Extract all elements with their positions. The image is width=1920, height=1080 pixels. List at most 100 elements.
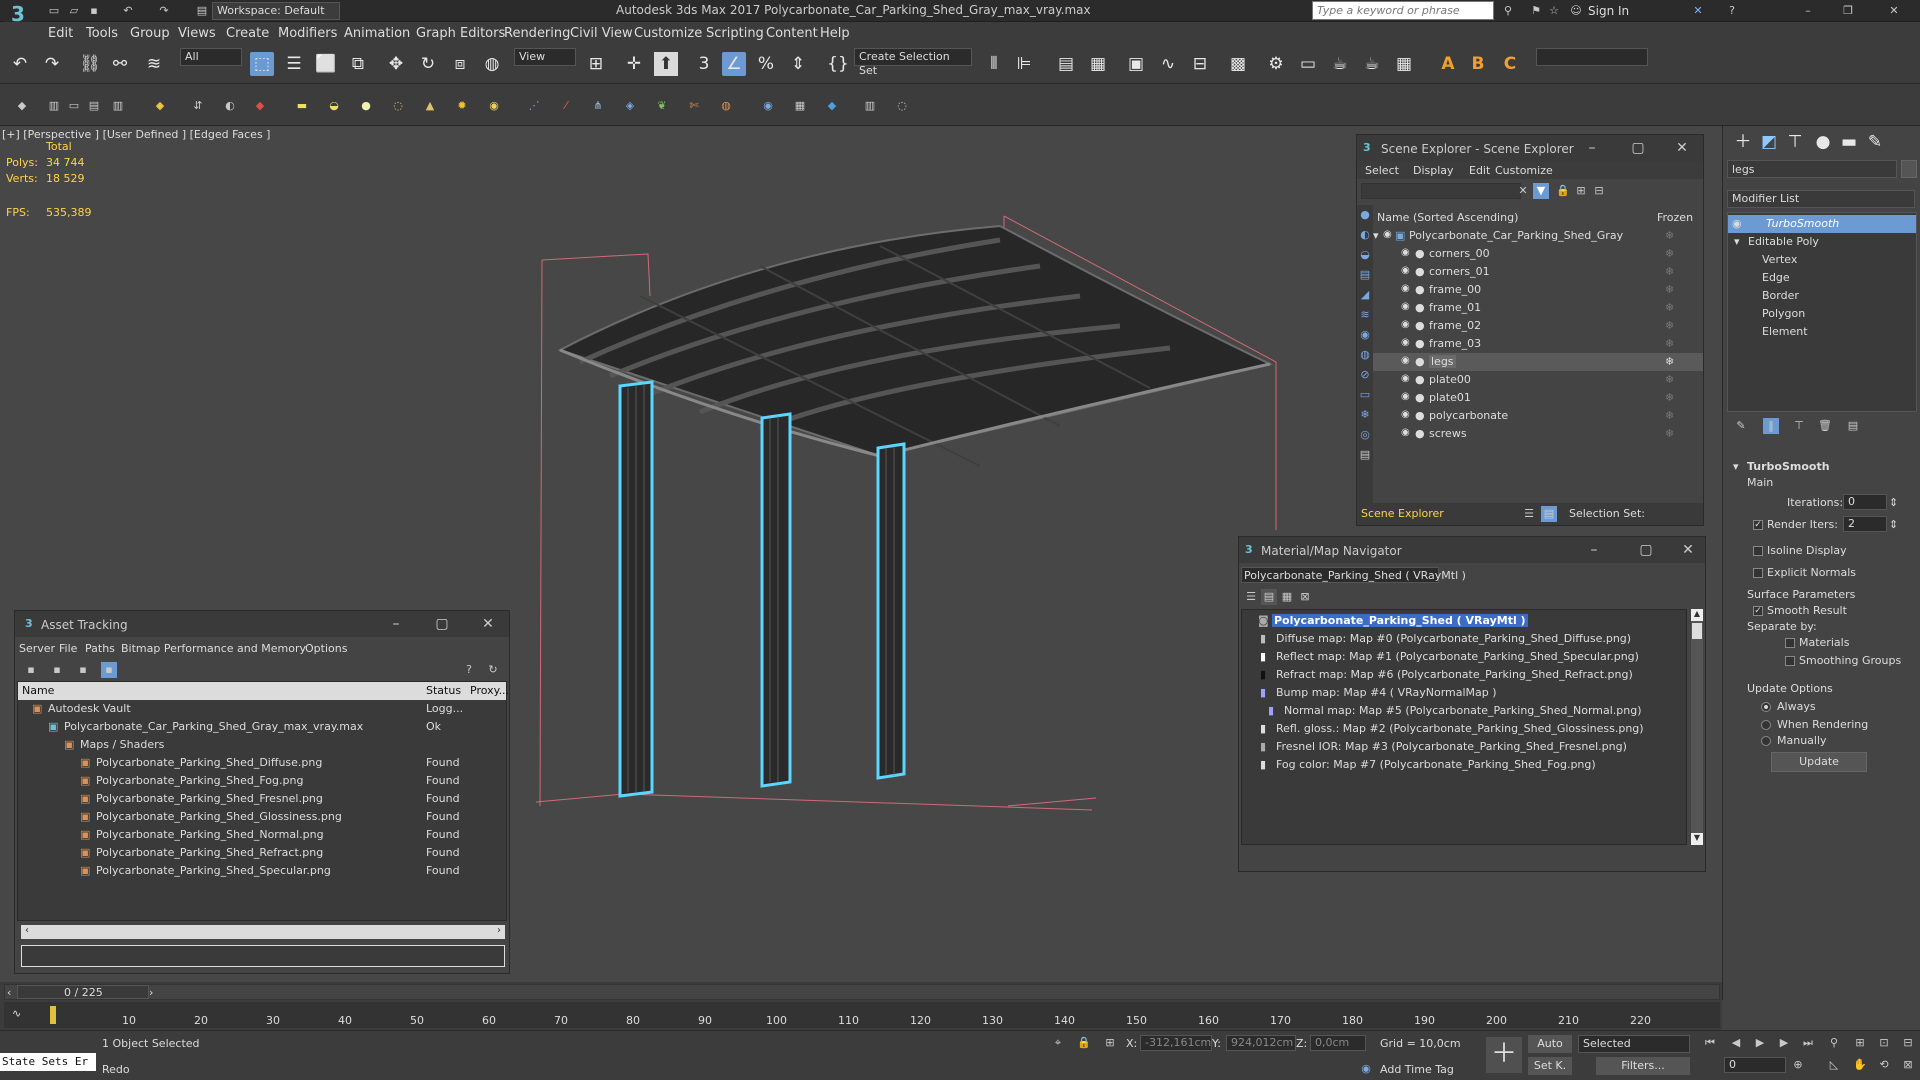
- toggle-layer-explorer-icon[interactable]: ▦: [1086, 52, 1110, 76]
- smoothing-groups-checkbox[interactable]: [1785, 656, 1795, 666]
- time-slider-thumb[interactable]: 0 / 225: [17, 985, 149, 999]
- filter-icon[interactable]: ▼: [1533, 183, 1549, 199]
- binoculars-icon[interactable]: ⚲: [1500, 3, 1516, 19]
- eye-icon[interactable]: ◉: [1401, 409, 1413, 421]
- menu-edit[interactable]: Edit: [48, 26, 73, 41]
- z-coord-field[interactable]: 0,0cm: [1310, 1035, 1366, 1051]
- menu-graph-editors[interactable]: Graph Editors: [416, 26, 505, 41]
- materials-checkbox[interactable]: [1785, 638, 1795, 648]
- toolbar-extra-dropdown[interactable]: [1536, 48, 1648, 66]
- make-unique-icon[interactable]: ⊤: [1791, 418, 1807, 434]
- time-slider[interactable]: ‹ 0 / 225 ›: [4, 984, 1720, 1000]
- current-frame-field[interactable]: 0: [1724, 1057, 1786, 1073]
- asset-row-vault[interactable]: ▣ Autodesk Vault Logg...: [18, 700, 506, 718]
- scroll-right-icon[interactable]: ›: [497, 925, 501, 936]
- hierarchy-tab-icon[interactable]: ⊤: [1783, 130, 1807, 154]
- eye-icon[interactable]: ◉: [1401, 265, 1413, 277]
- selection-filter-dropdown[interactable]: All: [180, 48, 242, 66]
- vray-lister-icon[interactable]: ◆: [824, 98, 840, 114]
- scene-explorer-minimize-icon[interactable]: –: [1583, 139, 1601, 157]
- eye-icon[interactable]: ◉: [1401, 391, 1413, 403]
- stack-item-editable-poly[interactable]: ▾ Editable Poly: [1728, 233, 1916, 251]
- eye-icon[interactable]: ◉: [1401, 427, 1413, 439]
- restore-icon[interactable]: ❐: [1840, 3, 1856, 19]
- menu-scripting[interactable]: Scripting: [706, 26, 764, 41]
- vray-scene-icon[interactable]: ▥: [862, 98, 878, 114]
- stack-item-border[interactable]: Border: [1728, 287, 1916, 305]
- vray-dome-icon[interactable]: ◒: [326, 98, 342, 114]
- freeze-icon[interactable]: ❄: [1665, 391, 1674, 404]
- toolbar2-tool-5-icon[interactable]: ▥: [110, 98, 126, 114]
- keyboard-shortcut-icon[interactable]: ⬆: [654, 52, 678, 76]
- vray-volume-icon[interactable]: ◈: [622, 98, 638, 114]
- pan-icon[interactable]: ✋: [1852, 1057, 1868, 1073]
- explicit-normals-checkbox[interactable]: [1753, 568, 1763, 578]
- rollout-turbosmooth[interactable]: TurboSmooth: [1747, 460, 1830, 473]
- scene-item-screws[interactable]: ◉ ● screws ❄: [1373, 425, 1703, 443]
- stack-item-polygon[interactable]: Polygon: [1728, 305, 1916, 323]
- scene-item-frame-03[interactable]: ◉ ● frame_03 ❄: [1373, 335, 1703, 353]
- freeze-icon[interactable]: ❄: [1665, 373, 1674, 386]
- scene-explorer-menu-customize[interactable]: Customize: [1495, 164, 1553, 177]
- display-spacewarps-icon[interactable]: ≋: [1357, 307, 1373, 323]
- asset-tool-2-icon[interactable]: ▪: [49, 662, 65, 678]
- material-root-row[interactable]: ◙ Polycarbonate_Parking_Shed ( VRayMtl ): [1242, 612, 1686, 630]
- map-row-bump[interactable]: ▮ Bump map: Map #4 ( VRayNormalMap ): [1242, 684, 1686, 702]
- layers-icon[interactable]: ☰: [1521, 506, 1537, 522]
- menu-civil-view[interactable]: Civil View: [570, 26, 633, 41]
- mirror-icon[interactable]: ⫴: [982, 52, 1006, 76]
- select-manipulate-icon[interactable]: ✛: [622, 52, 646, 76]
- scene-explorer-menu-edit[interactable]: Edit: [1469, 164, 1490, 177]
- zoom-icon[interactable]: ⚲: [1826, 1035, 1842, 1051]
- eye-icon[interactable]: ◉: [1401, 337, 1413, 349]
- named-selection-icon[interactable]: {}: [826, 52, 850, 76]
- column-frozen[interactable]: Frozen: [1657, 211, 1693, 224]
- scene-explorer-maximize-icon[interactable]: ▢: [1629, 139, 1647, 157]
- menu-customize[interactable]: Customize: [634, 26, 702, 41]
- asset-path-field[interactable]: [21, 945, 505, 967]
- utilities-tab-icon[interactable]: ✎: [1863, 130, 1887, 154]
- maximize-viewport-icon[interactable]: ⊠: [1900, 1057, 1916, 1073]
- scene-explorer-menu-select[interactable]: Select: [1365, 164, 1399, 177]
- view-list-icons-icon[interactable]: ▤: [1261, 589, 1277, 605]
- freeze-icon[interactable]: ❄: [1665, 355, 1674, 368]
- scene-explorer-menu-display[interactable]: Display: [1413, 164, 1454, 177]
- expand-triangle-icon[interactable]: ▾: [1734, 235, 1740, 248]
- map-row-diffuse[interactable]: ▮ Diffuse map: Map #0 (Polycarbonate_Park…: [1242, 630, 1686, 648]
- undo-quick-icon[interactable]: ↶: [120, 3, 136, 19]
- asset-row-max-file[interactable]: ▣ Polycarbonate_Car_Parking_Shed_Gray_max…: [18, 718, 506, 736]
- asset-tool-4-icon[interactable]: ▪: [101, 662, 117, 678]
- exchange-icon[interactable]: ✕: [1690, 3, 1706, 19]
- asset-row-maps-folder[interactable]: ▣ Maps / Shaders: [18, 736, 506, 754]
- asset-refresh-icon[interactable]: ↻: [485, 662, 501, 678]
- undo-icon[interactable]: ↶: [8, 52, 32, 76]
- asset-tracking-minimize-icon[interactable]: –: [387, 615, 405, 633]
- asset-row-fog[interactable]: ▣ Polycarbonate_Parking_Shed_Fog.png Found: [18, 772, 506, 790]
- render-setup-icon[interactable]: ⚙: [1264, 52, 1288, 76]
- align-icon[interactable]: ⊫: [1012, 52, 1036, 76]
- asset-tracking-header[interactable]: 3 Asset Tracking – ▢ ✕: [15, 611, 509, 637]
- modifier-eye-icon[interactable]: ◉: [1732, 217, 1742, 230]
- render-iters-spinner[interactable]: 2: [1843, 516, 1887, 532]
- pin-stack-icon[interactable]: ✎: [1733, 418, 1749, 434]
- user-icon[interactable]: ☺: [1568, 3, 1584, 19]
- scene-item-corners-00[interactable]: ◉ ● corners_00 ❄: [1373, 245, 1703, 263]
- vray-vfb-icon[interactable]: ◉: [760, 98, 776, 114]
- selection-lock-icon[interactable]: 🔒: [1076, 1035, 1092, 1051]
- asset-row-glossiness[interactable]: ▣ Polycarbonate_Parking_Shed_Glossiness.p…: [18, 808, 506, 826]
- x-coord-field[interactable]: -312,161cm: [1140, 1035, 1212, 1051]
- menu-tools[interactable]: Tools: [86, 26, 118, 41]
- display-containers-icon[interactable]: ▭: [1357, 387, 1373, 403]
- goto-end-icon[interactable]: ⏭: [1800, 1035, 1816, 1051]
- when-rendering-radio[interactable]: [1761, 720, 1771, 730]
- scene-item-corners-01[interactable]: ◉ ● corners_01 ❄: [1373, 263, 1703, 281]
- text-c-icon[interactable]: C: [1498, 52, 1522, 76]
- stack-item-element[interactable]: Element: [1728, 323, 1916, 341]
- zoom-extents-all-icon[interactable]: ⊟: [1900, 1035, 1916, 1051]
- spinner-snap-icon[interactable]: ⇕: [786, 52, 810, 76]
- asset-tool-3-icon[interactable]: ▪: [75, 662, 91, 678]
- scene-explorer-search[interactable]: [1361, 183, 1521, 199]
- map-row-refract[interactable]: ▮ Refract map: Map #6 (Polycarbonate_Park…: [1242, 666, 1686, 684]
- toolbar2-tool-3-icon[interactable]: ▭: [66, 98, 82, 114]
- track-bar[interactable]: ∿ 0 10 20 30 40 50 60 70 80 90 100 110 1…: [4, 1002, 1720, 1028]
